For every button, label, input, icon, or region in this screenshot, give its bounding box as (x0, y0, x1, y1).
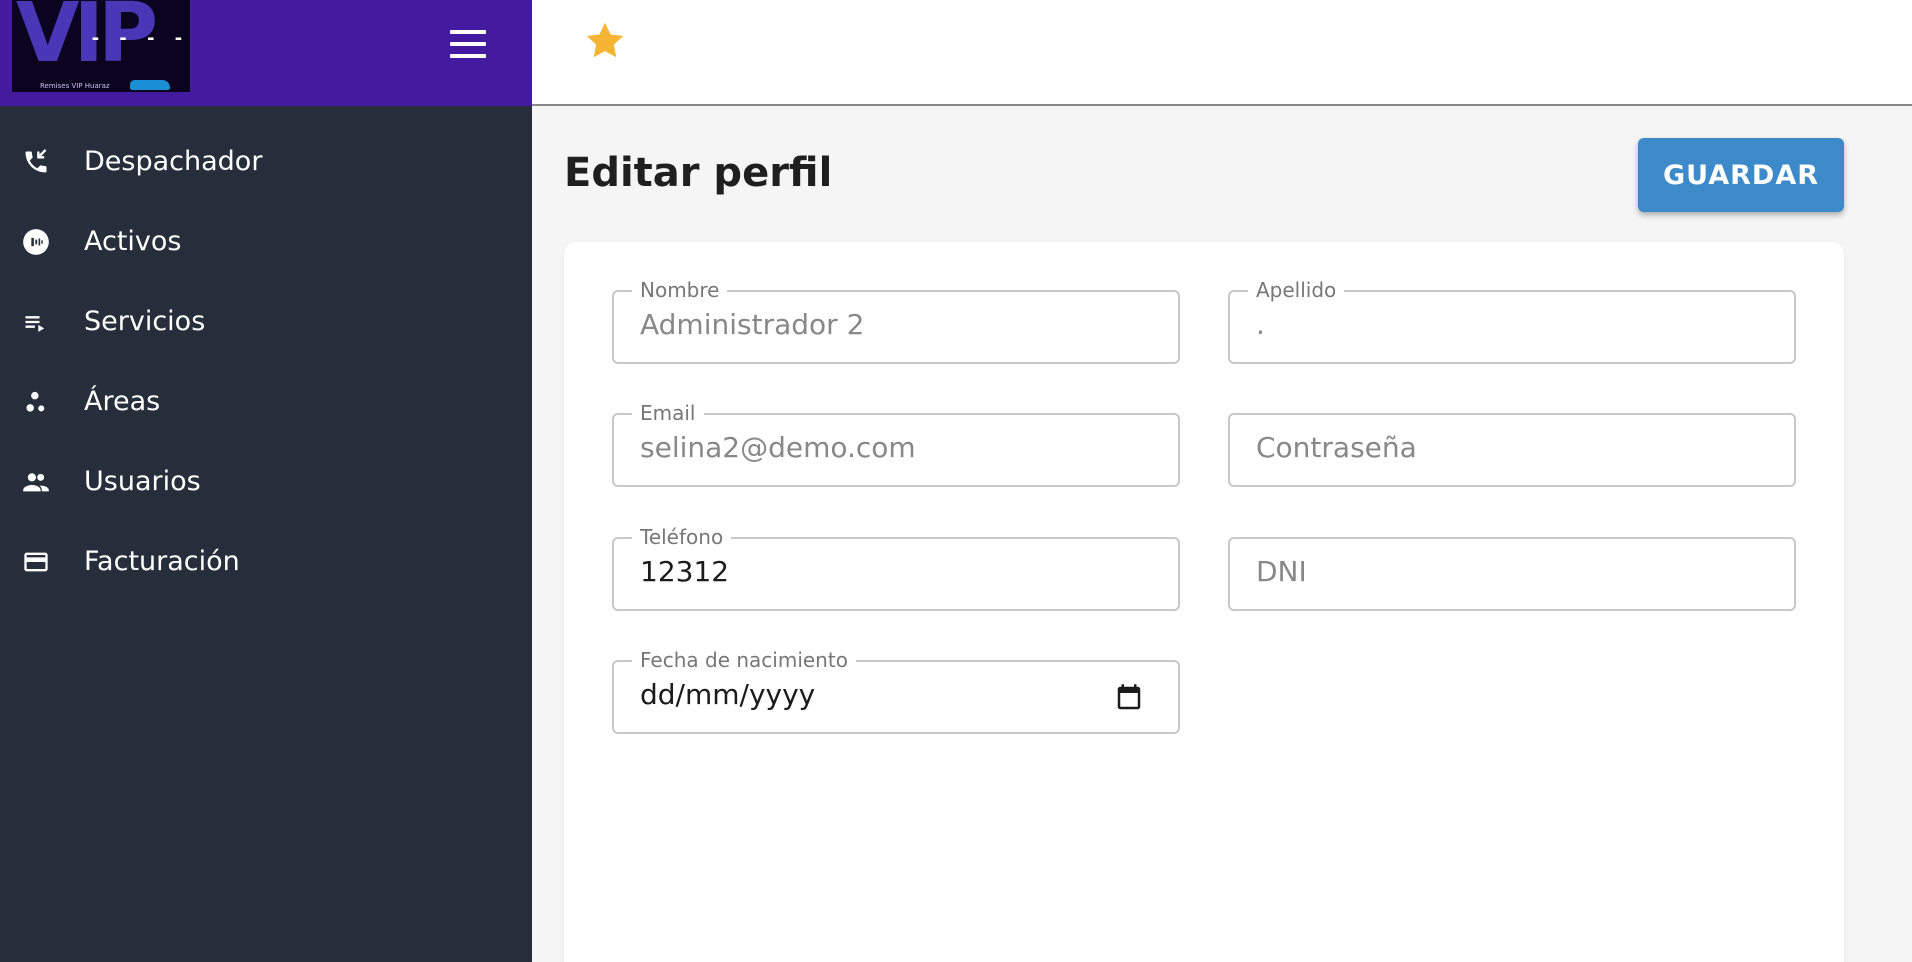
logo-dashes: - - - - (90, 28, 187, 49)
sidebar-item-label: Activos (84, 226, 182, 257)
telefono-field[interactable]: Teléfono (612, 525, 1180, 611)
dni-field[interactable] (1228, 537, 1796, 611)
sidebar-item-label: Facturación (84, 546, 240, 577)
people-icon (23, 473, 49, 492)
fecha-nacimiento-label: Fecha de nacimiento (632, 648, 856, 672)
save-button[interactable]: GUARDAR (1638, 138, 1844, 212)
sidebar-item-label: Usuarios (84, 466, 201, 497)
phone-callback-icon (25, 149, 47, 173)
email-field[interactable]: Email (612, 401, 1180, 487)
bubbles-icon (26, 391, 45, 412)
password-input[interactable] (1256, 431, 1756, 464)
car-icon (130, 80, 170, 90)
apellido-label: Apellido (1248, 278, 1345, 302)
sidebar-item-areas[interactable]: Áreas (0, 362, 532, 442)
fecha-nacimiento-input[interactable] (640, 678, 1080, 711)
email-label: Email (632, 401, 704, 425)
profile-form-card: Nombre Apellido Email Teléfono Fecha de … (564, 242, 1844, 962)
active-nfc-icon (23, 229, 49, 255)
credit-card-icon (24, 552, 48, 572)
calendar-icon[interactable] (1114, 682, 1144, 714)
password-field[interactable] (1228, 413, 1796, 487)
nombre-label: Nombre (632, 278, 728, 302)
fecha-nacimiento-field[interactable]: Fecha de nacimiento (612, 648, 1180, 734)
star-icon[interactable] (582, 18, 628, 64)
sidebar-item-facturacion[interactable]: Facturación (0, 522, 532, 602)
sidebar-item-activos[interactable]: Activos (0, 202, 532, 282)
menu-icon[interactable] (446, 28, 490, 60)
sidebar-item-servicios[interactable]: Servicios (0, 282, 532, 362)
sidebar-item-label: Servicios (84, 306, 206, 337)
sidebar-item-usuarios[interactable]: Usuarios (0, 442, 532, 522)
nombre-input[interactable] (640, 308, 1140, 341)
playlist-icon (25, 316, 45, 332)
sidebar-header: VIP - - - - Remises VIP Huaraz (0, 0, 532, 106)
telefono-input[interactable] (640, 555, 1140, 588)
logo[interactable]: VIP - - - - Remises VIP Huaraz (12, 0, 190, 92)
dni-input[interactable] (1256, 555, 1756, 588)
logo-text: Remises VIP Huaraz (40, 82, 110, 90)
page-title: Editar perfil (564, 150, 833, 196)
telefono-label: Teléfono (632, 525, 732, 549)
apellido-input[interactable] (1256, 308, 1756, 341)
sidebar-nav: Despachador Activos Servicios Áreas Usua… (0, 122, 532, 602)
sidebar: VIP - - - - Remises VIP Huaraz Despachad… (0, 0, 532, 962)
sidebar-item-despachador[interactable]: Despachador (0, 122, 532, 202)
apellido-field[interactable]: Apellido (1228, 278, 1796, 364)
sidebar-item-label: Áreas (84, 386, 161, 417)
top-bar (532, 0, 1912, 106)
email-input[interactable] (640, 431, 1140, 464)
nombre-field[interactable]: Nombre (612, 278, 1180, 364)
sidebar-item-label: Despachador (84, 146, 263, 177)
